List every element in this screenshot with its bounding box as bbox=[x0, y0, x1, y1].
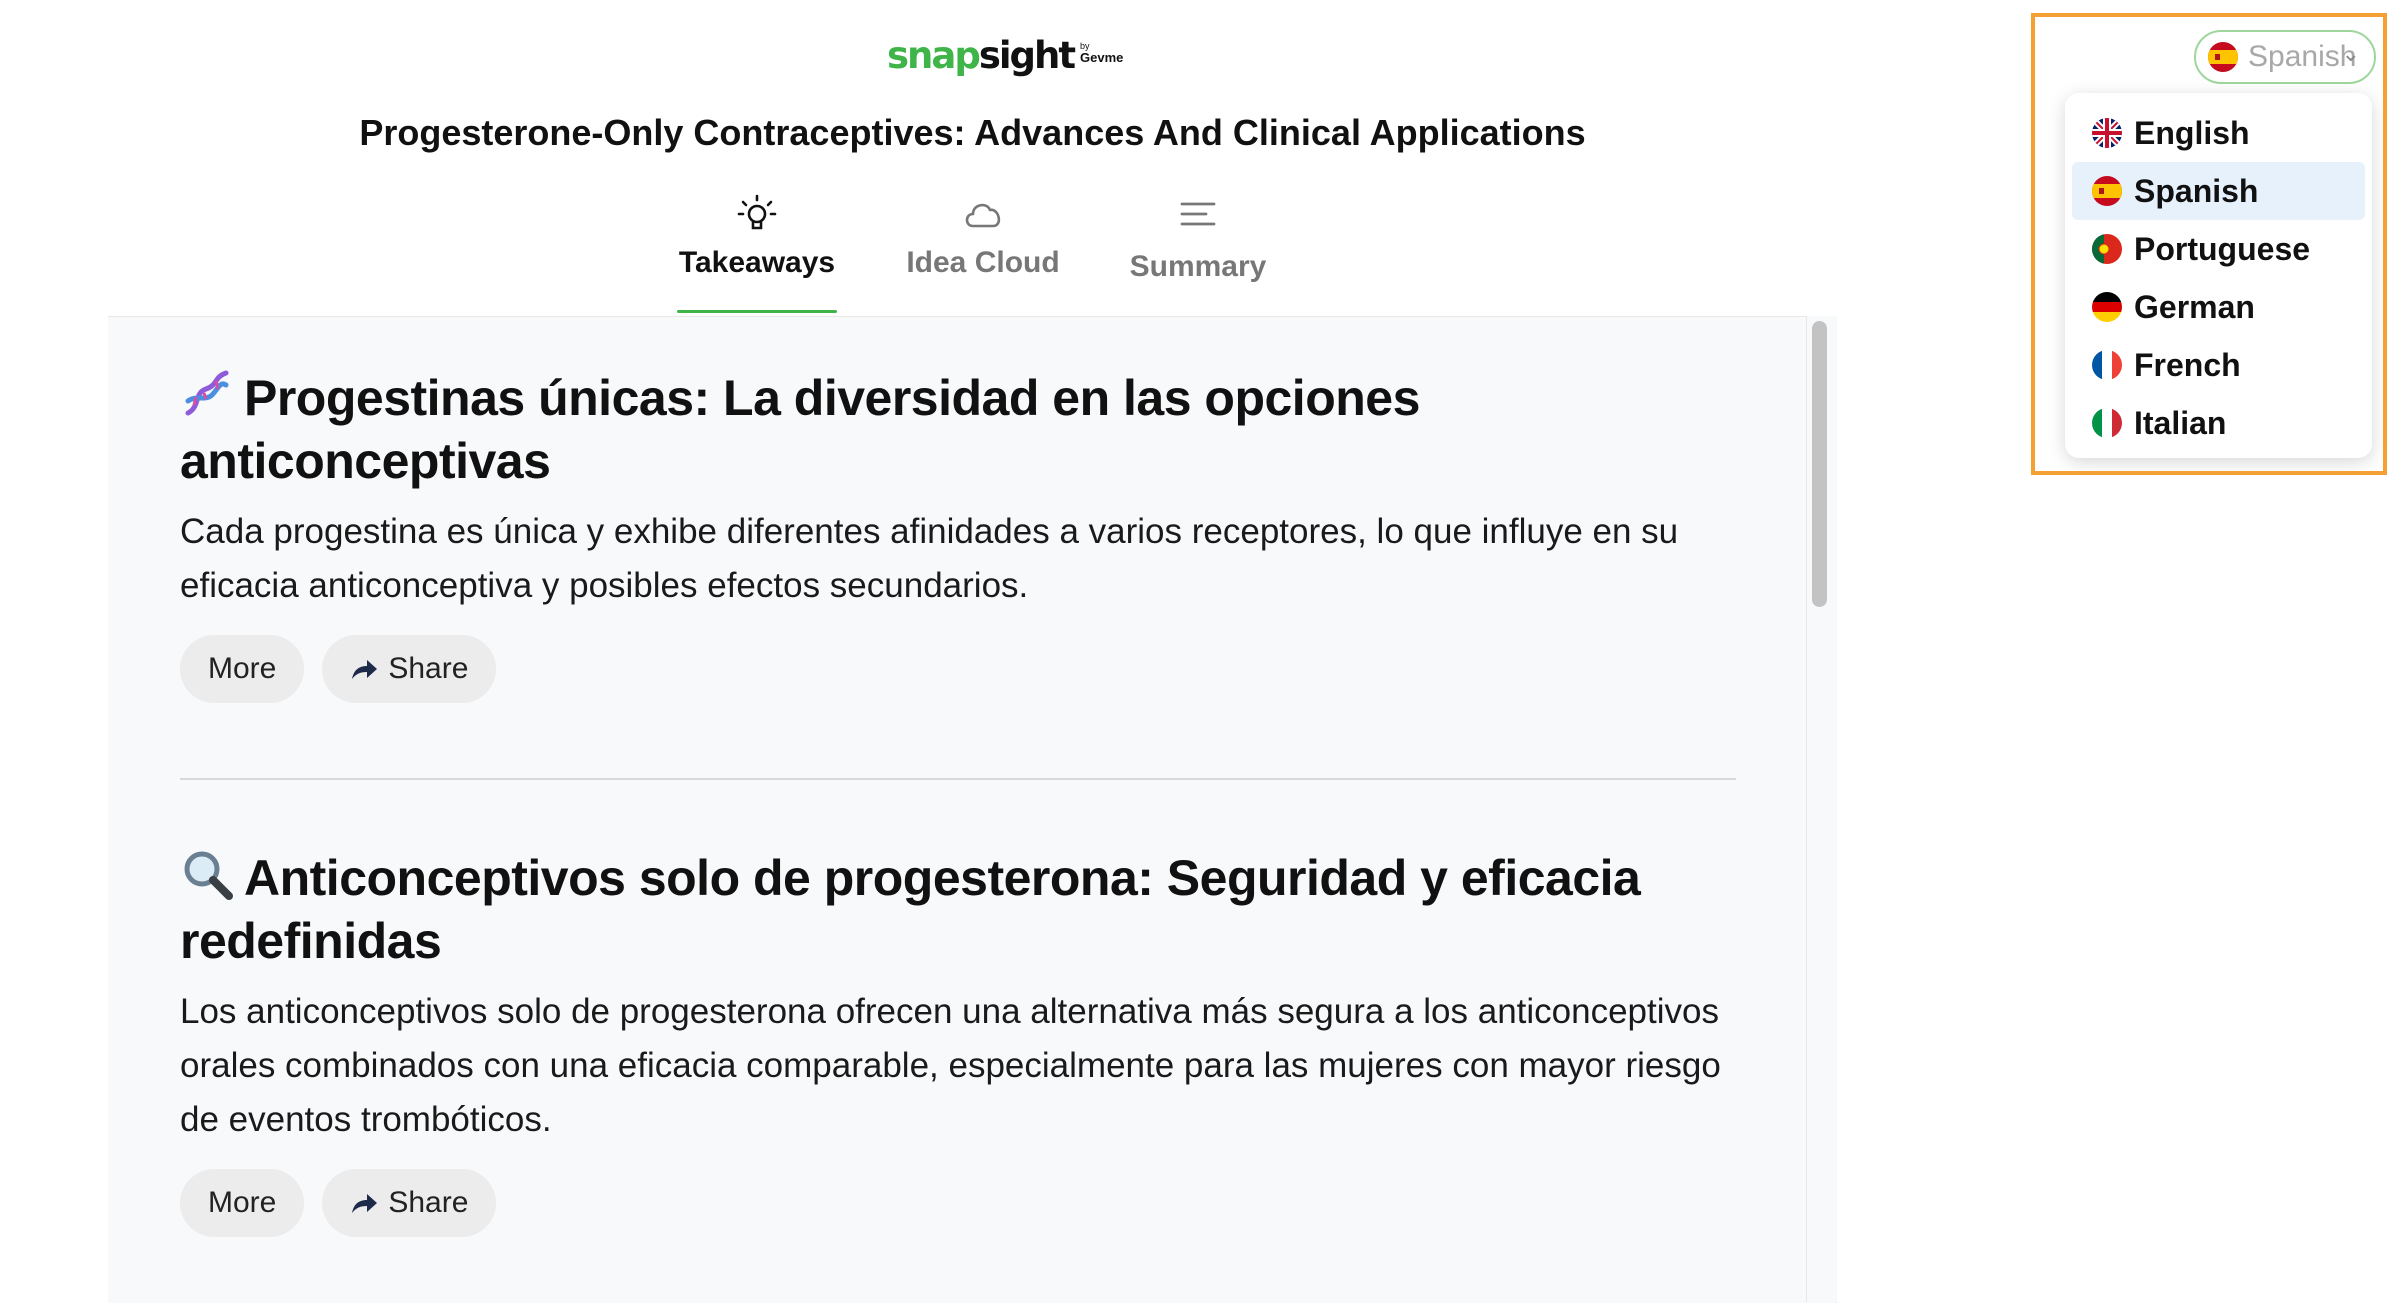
share-label: Share bbox=[388, 1186, 469, 1219]
logo-brand: Gevme bbox=[1080, 50, 1124, 65]
takeaway-title-text: Progestinas únicas: La diversidad en las… bbox=[180, 370, 1420, 489]
takeaway-divider bbox=[180, 778, 1736, 780]
share-label: Share bbox=[388, 652, 469, 685]
language-option-portuguese[interactable]: Portuguese bbox=[2072, 220, 2365, 278]
language-option-french[interactable]: French bbox=[2072, 336, 2365, 394]
lines-icon bbox=[1180, 202, 1216, 226]
takeaway-body: Los anticonceptivos solo de progesterona… bbox=[180, 992, 1721, 1139]
logo-snap: snap bbox=[887, 34, 981, 77]
page-title: Progesterone-Only Contraceptives: Advanc… bbox=[359, 112, 1586, 153]
tab-label: Summary bbox=[1129, 250, 1267, 283]
more-label: More bbox=[208, 1186, 277, 1219]
language-select-value: Spanish bbox=[2248, 40, 2357, 73]
spain-flag-icon bbox=[2208, 42, 2238, 72]
tab-label: Takeaways bbox=[678, 246, 836, 279]
share-arrow-icon bbox=[352, 1194, 378, 1213]
logo-byline: by Gevme bbox=[1080, 41, 1123, 65]
language-option-label: English bbox=[2134, 114, 2250, 151]
magnifier-icon bbox=[184, 851, 233, 900]
tab-summary[interactable]: Summary bbox=[1118, 192, 1278, 312]
italy-flag-icon bbox=[2092, 408, 2122, 438]
language-option-german[interactable]: German bbox=[2072, 278, 2365, 336]
tab-takeaways[interactable]: Takeaways bbox=[677, 192, 837, 312]
takeaway-actions: More Share bbox=[180, 635, 1740, 703]
language-select[interactable]: Spanish ⌄ bbox=[2194, 30, 2376, 84]
takeaway-body: Cada progestina es única y exhibe difere… bbox=[180, 512, 1679, 605]
uk-flag-icon bbox=[2092, 118, 2122, 148]
language-option-label: Spanish bbox=[2134, 172, 2259, 209]
tab-label: Idea Cloud bbox=[906, 246, 1060, 279]
dna-icon bbox=[185, 370, 229, 416]
language-option-english[interactable]: English bbox=[2072, 104, 2365, 162]
share-button[interactable]: Share bbox=[322, 635, 497, 703]
scrollbar-thumb[interactable] bbox=[1812, 321, 1827, 607]
active-tab-indicator bbox=[677, 310, 837, 313]
lightbulb-icon bbox=[737, 194, 777, 230]
spain-flag-icon bbox=[2092, 176, 2122, 206]
portugal-flag-icon bbox=[2092, 234, 2122, 264]
logo-sight: sight bbox=[978, 34, 1076, 77]
france-flag-icon bbox=[2092, 350, 2122, 380]
takeaway-card: Progestinas únicas: La diversidad en las… bbox=[180, 367, 1740, 703]
cloud-icon bbox=[965, 203, 1001, 228]
more-label: More bbox=[208, 652, 277, 685]
takeaways-panel: Progestinas únicas: La diversidad en las… bbox=[108, 316, 1837, 1303]
chevron-down-icon: ⌄ bbox=[2341, 41, 2360, 66]
language-option-label: Italian bbox=[2134, 404, 2227, 441]
more-button[interactable]: More bbox=[180, 1169, 305, 1237]
takeaway-actions: More Share bbox=[180, 1169, 1740, 1237]
takeaway-card: Anticonceptivos solo de progesterona: Se… bbox=[180, 847, 1740, 1237]
language-option-label: Portuguese bbox=[2134, 230, 2311, 267]
language-option-italian[interactable]: Italian bbox=[2072, 394, 2365, 452]
more-button[interactable]: More bbox=[180, 635, 305, 703]
takeaway-title: Anticonceptivos solo de progesterona: Se… bbox=[180, 847, 1740, 973]
language-option-label: German bbox=[2134, 288, 2255, 325]
share-arrow-icon bbox=[352, 660, 378, 679]
takeaway-title: Progestinas únicas: La diversidad en las… bbox=[180, 367, 1740, 493]
logo-wordmark: snapsight bbox=[887, 33, 1076, 79]
takeaway-title-text: Anticonceptivos solo de progesterona: Se… bbox=[180, 850, 1641, 969]
germany-flag-icon bbox=[2092, 292, 2122, 322]
language-option-label: French bbox=[2134, 346, 2241, 383]
language-option-spanish[interactable]: Spanish bbox=[2072, 162, 2365, 220]
tab-idea-cloud[interactable]: Idea Cloud bbox=[898, 192, 1068, 312]
share-button[interactable]: Share bbox=[322, 1169, 497, 1237]
language-dropdown-menu: English Spanish Portuguese German French bbox=[2065, 93, 2372, 458]
snapsight-logo: snapsight by Gevme bbox=[887, 33, 1127, 83]
